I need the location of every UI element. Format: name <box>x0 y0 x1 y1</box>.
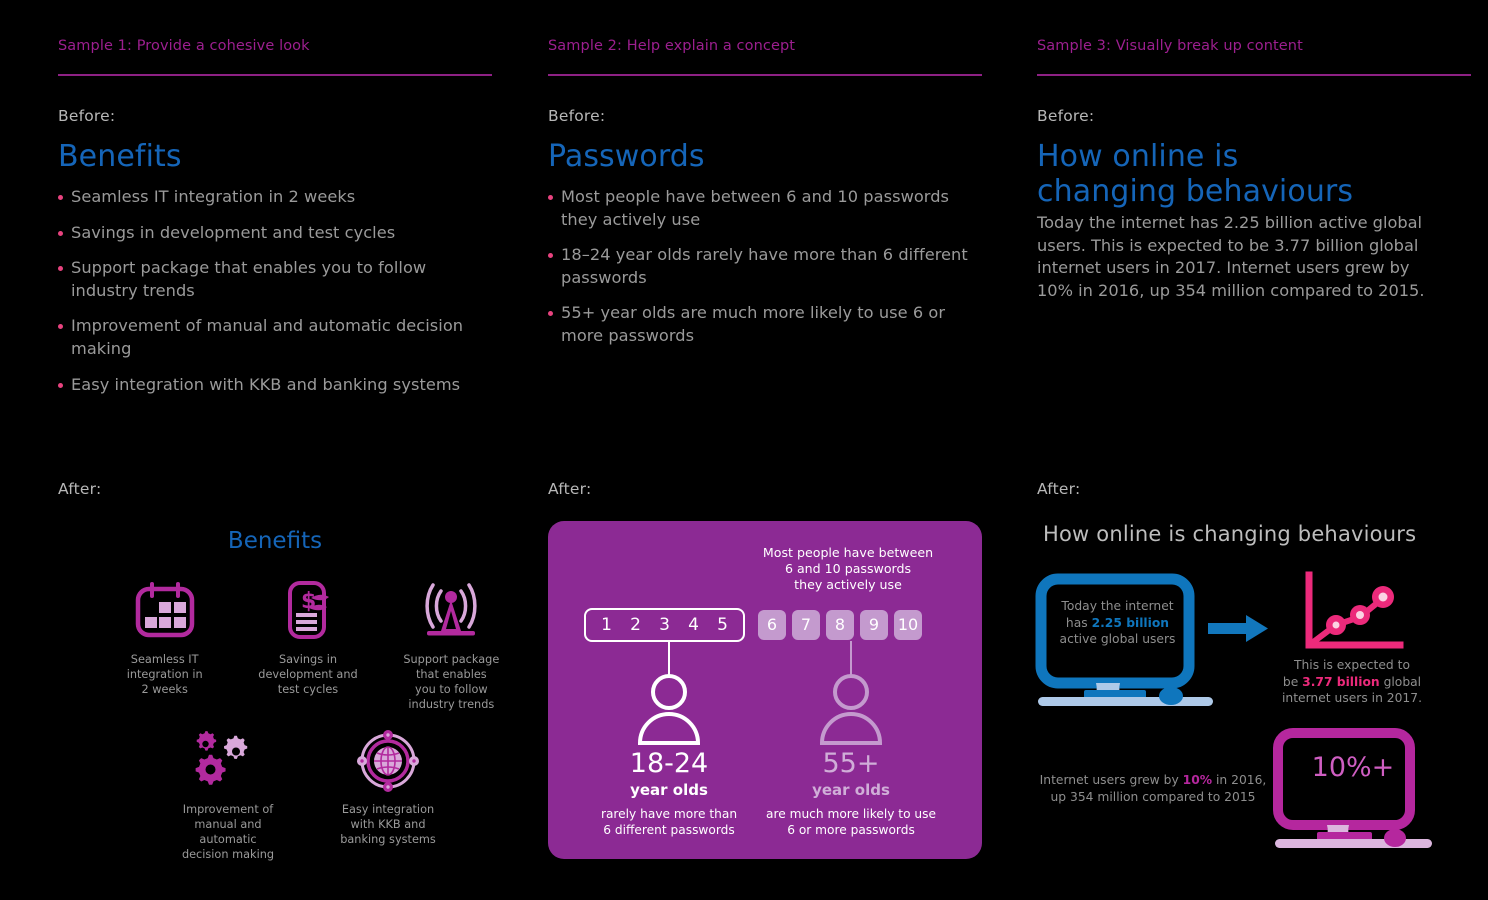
list-item: Seamless IT integration in 2 weeks <box>58 186 478 209</box>
icon-cell-gears: Improvement of manual and automatic decisio… <box>173 728 283 862</box>
infographic-page: Sample 1: Provide a cohesive look Before… <box>0 0 1488 900</box>
before-label-2: Before: <box>548 107 606 125</box>
number-group-6-10: 6 7 8 9 10 <box>758 610 922 640</box>
person-icon-senior <box>818 673 884 745</box>
list-item: Easy integration with KKB and banking sy… <box>58 374 478 397</box>
icon-caption: Savings in development and test cycles <box>258 653 358 696</box>
stat-value: 55+ <box>822 748 880 779</box>
icon-cell-calendar: Seamless IT integration in 2 weeks <box>113 578 216 712</box>
divider-rule-3 <box>1037 74 1471 76</box>
stat-block-young: 18-24 year olds rarely have more than 6 d… <box>569 749 769 838</box>
svg-text:$: $ <box>301 589 316 614</box>
stat-unit: year olds <box>812 781 890 799</box>
divider-rule-1 <box>58 74 492 76</box>
growth-caption: Internet users grew by 10% in 2016, up 35… <box>1038 772 1268 805</box>
number-cell: 7 <box>792 610 820 640</box>
before-paragraph-3: Today the internet has 2.25 billion acti… <box>1037 213 1425 300</box>
stat-block-senior: 55+ year olds are much more likely to us… <box>751 749 951 838</box>
before-heading-3: How online is changing behaviours <box>1037 139 1354 210</box>
calendar-icon <box>113 578 216 644</box>
growth-caption-prefix: Internet users grew by <box>1039 773 1183 787</box>
bullet-list-1: Seamless IT integration in 2 weeks Savin… <box>58 186 478 409</box>
after-label-3: After: <box>1037 480 1081 498</box>
after-heading-1: Benefits <box>227 528 323 554</box>
icon-cell-invoice: $ Savings in development and test cycles <box>256 578 359 712</box>
before-heading-1: Benefits <box>58 139 182 174</box>
number-cell: 6 <box>758 610 786 640</box>
list-item: 55+ year olds are much more likely to us… <box>548 302 968 347</box>
list-item: 18–24 year olds rarely have more than 6 … <box>548 244 968 289</box>
pink-monitor-icon <box>1273 728 1435 848</box>
icon-row-top: Seamless IT integration in 2 weeks $ Savin… <box>113 578 503 712</box>
chart-caption-highlight: 3.77 billion <box>1302 674 1380 689</box>
number-cell: 9 <box>860 610 888 640</box>
number-group-1-5: 1 2 3 4 5 <box>584 608 745 642</box>
list-item: Support package that enables you to foll… <box>58 257 478 302</box>
number-cell: 2 <box>630 615 641 635</box>
icon-caption: Seamless IT integration in 2 weeks <box>126 653 203 696</box>
stat-description: are much more likely to use 6 or more pas… <box>766 807 936 837</box>
column-sample-1: Sample 1: Provide a cohesive look Before… <box>58 0 499 900</box>
bullet-list-2: Most people have between 6 and 10 passwo… <box>548 186 968 361</box>
list-item: Savings in development and test cycles <box>58 222 478 245</box>
monitor-screen-text: Today the internet has 2.25 billion active… <box>1055 598 1180 648</box>
icon-row-bottom: Improvement of manual and automatic decisio… <box>163 728 453 862</box>
invoice-dollar-icon: $ <box>256 578 359 644</box>
password-number-scale: 1 2 3 4 5 6 7 8 9 10 <box>584 608 922 642</box>
connector-line-right <box>850 641 852 677</box>
gears-icon <box>173 728 283 794</box>
column-sample-2: Sample 2: Help explain a concept Before:… <box>548 0 982 900</box>
after-label-2: After: <box>548 480 592 498</box>
connector-line-left <box>668 641 670 677</box>
before-label-1: Before: <box>58 107 116 125</box>
list-item: Most people have between 6 and 10 passwo… <box>548 186 968 231</box>
stat-description: rarely have more than 6 different passwor… <box>600 807 738 837</box>
number-cell: 1 <box>601 615 612 635</box>
percent-screen-text: 10%+ <box>1311 752 1395 783</box>
stat-value: 18-24 <box>629 748 709 779</box>
icon-cell-globe: Easy integration with KKB and banking syst… <box>333 728 443 862</box>
person-icon-young <box>636 673 702 745</box>
after-label-1: After: <box>58 480 102 498</box>
number-cell: 10 <box>894 610 922 640</box>
monitor-text-suffix: active global users <box>1059 632 1176 646</box>
stat-unit: year olds <box>630 781 708 799</box>
before-label-3: Before: <box>1037 107 1095 125</box>
passwords-card: Most people have between 6 and 10 passwor… <box>548 521 982 859</box>
number-cell: 4 <box>688 615 699 635</box>
icon-caption: Improvement of manual and automatic decisio… <box>181 803 275 861</box>
monitor-text-highlight: 2.25 billion <box>1091 615 1170 630</box>
sample-1-title: Sample 1: Provide a cohesive look <box>58 38 310 54</box>
sample-2-title: Sample 2: Help explain a concept <box>548 38 796 54</box>
broadcast-tower-icon <box>400 578 503 644</box>
number-cell: 8 <box>826 610 854 640</box>
growth-caption-highlight: 10% <box>1182 773 1213 787</box>
icon-caption: Easy integration with KKB and banking syst… <box>340 803 436 846</box>
icon-cell-tower: Support package that enables you to follow… <box>400 578 503 712</box>
arrow-right-icon <box>1208 613 1270 645</box>
after-heading-3: How online is changing behaviours <box>1043 522 1417 546</box>
chart-caption: This is expected to be 3.77 billion globa… <box>1272 657 1432 707</box>
divider-rule-2 <box>548 74 982 76</box>
card-note: Most people have between 6 and 10 passwor… <box>762 545 934 592</box>
globe-network-icon <box>333 728 443 794</box>
number-cell: 5 <box>717 615 728 635</box>
number-cell: 3 <box>659 615 670 635</box>
sample-3-title: Sample 3: Visually break up content <box>1037 38 1303 54</box>
before-heading-2: Passwords <box>548 139 705 174</box>
icon-caption: Support package that enables you to follow… <box>403 653 500 711</box>
growth-chart-icon <box>1300 571 1408 655</box>
list-item: Improvement of manual and automatic deci… <box>58 315 478 360</box>
